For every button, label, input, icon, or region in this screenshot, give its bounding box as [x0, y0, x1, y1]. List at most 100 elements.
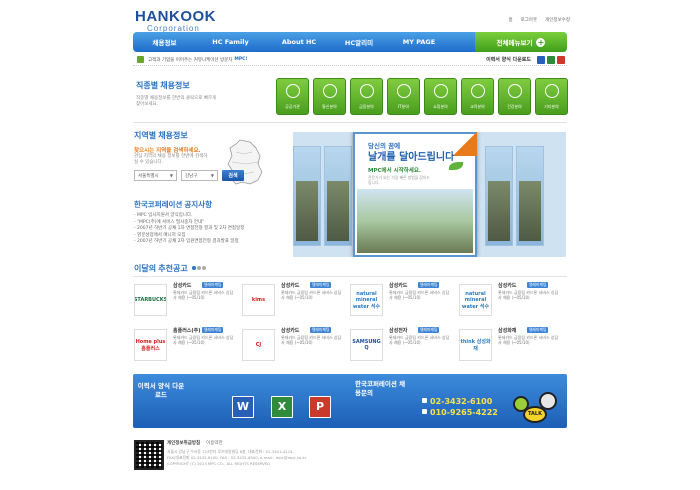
pager-dot[interactable] [201, 266, 206, 270]
company-name: 삼성카드 [173, 283, 192, 289]
job-card[interactable]: STARBUCKS 삼성카드 텔레마케팅 롯데카드 금융팀 카드론 서비스 상담… [134, 280, 239, 320]
banner-side-card[interactable] [516, 146, 544, 246]
health-icon [508, 84, 522, 98]
cart-icon [434, 84, 448, 98]
home-link[interactable]: 홈 [508, 17, 512, 23]
footer-links: 개인정보취급방침 이용약관 [167, 440, 223, 446]
nav-item-hc-family[interactable]: HC Family [193, 38, 268, 46]
leaf-icon [449, 162, 463, 170]
city-select-value: 서울특별시 [138, 173, 159, 179]
nav-item-about[interactable]: About HC [268, 38, 330, 46]
banner-side-card[interactable] [324, 146, 352, 246]
company-logo: Home plus 홈플러스 [134, 329, 167, 361]
logout-link[interactable]: 로그아웃 [521, 17, 538, 23]
category-label: 교육분야 [470, 104, 485, 109]
job-info-section: 직종별 채용정보 직종별 채용정보를 한번의 클릭으로 빠르게 찾아보세요. [136, 80, 256, 108]
company-name: 삼성카드 [498, 283, 517, 289]
job-card[interactable]: natural mineral water 석수 삼성카드 텔레마케팅 롯데카드… [350, 280, 455, 320]
job-card[interactable]: think 삼성화재 삼성화재 텔레마케팅 롯데카드 금융팀 카드론 서비스 상… [459, 325, 564, 365]
category-label: 쇼핑분야 [433, 104, 448, 109]
nav-item-jobs[interactable]: 채용정보 [136, 37, 193, 47]
privacy-link[interactable]: 개인정보취급방침 [167, 440, 200, 446]
notice-highlight[interactable]: MPC! [234, 57, 247, 62]
job-desc: 롯데카드 금융팀 카드론 서비스 상담사 채용 (~05/10) [389, 290, 450, 301]
word-doc-icon[interactable] [537, 56, 545, 64]
category-label: 기타분야 [544, 104, 559, 109]
excel-doc-icon[interactable] [547, 56, 555, 64]
job-card[interactable]: CJ 삼성카드 텔레마케팅 롯데카드 금융팀 카드론 서비스 상담사 채용 (~… [242, 325, 347, 365]
company-logo: natural mineral water 석수 [459, 284, 492, 316]
category-other[interactable]: 기타분야 [535, 78, 568, 115]
city-select[interactable]: 서울특별시 ▼ [134, 170, 177, 181]
ppt-doc-icon[interactable] [557, 56, 565, 64]
logo[interactable]: HANKOOK Corporation [135, 8, 216, 33]
contact-mobile: 010-9265-4222 [422, 408, 498, 417]
logo-text: HANKOOK [135, 8, 216, 25]
banner-side-card[interactable] [293, 146, 321, 246]
promo-banner[interactable]: 당신의 꿈에 날개를 달아드립니다 MPC에서 시작하세요. 전문가가 되는 가… [293, 132, 566, 257]
job-desc: 롯데카드 금융팀 카드론 서비스 상담사 채용 (~05/10) [498, 335, 559, 346]
banner-side-photo [327, 181, 349, 241]
pager-dot[interactable] [196, 266, 201, 270]
company-name: 삼성카드 [281, 328, 300, 334]
ppt-doc-icon[interactable]: P [309, 396, 331, 418]
job-card[interactable]: natural mineral water 석수 삼성카드 텔레마케팅 롯데카드… [459, 280, 564, 320]
job-card[interactable]: kims 삼성카드 텔레마케팅 롯데카드 금융팀 카드론 서비스 상담사 채용 … [242, 280, 347, 320]
nav-item-notifier[interactable]: HC알리미 [330, 37, 388, 47]
job-tag: 텔레마케팅 [202, 327, 224, 333]
phone-icon [323, 84, 337, 98]
qr-code [134, 440, 164, 470]
job-info-desc: 직종별 채용정보를 한번의 클릭으로 빠르게 찾아보세요. [136, 96, 217, 107]
category-label: IT분야 [398, 104, 409, 109]
word-doc-icon[interactable]: W [232, 396, 254, 418]
district-select-value: 강남구 [185, 173, 198, 179]
category-finance[interactable]: 금융분야 [350, 78, 383, 115]
recommend-title: 이달의 추천공고 [134, 264, 188, 273]
book-icon [471, 84, 485, 98]
category-label: 통신분야 [322, 104, 337, 109]
pager-dot[interactable] [191, 266, 196, 270]
excel-doc-icon[interactable]: X [271, 396, 293, 418]
job-desc: 롯데카드 금융팀 카드론 서비스 상담사 채용 (~05/10) [173, 335, 234, 346]
terms-link[interactable]: 이용약관 [206, 440, 223, 446]
region-search-button[interactable]: 검색 [222, 170, 244, 181]
recommend-header: 이달의 추천공고 [134, 263, 207, 274]
category-health[interactable]: 건강분야 [498, 78, 531, 115]
main-nav: 채용정보 HC Family About HC HC알리미 MY PAGE 전체… [133, 32, 567, 52]
nav-item-mypage[interactable]: MY PAGE [388, 38, 450, 46]
region-desc: 관심 지역의 채용 정보를 한번에 검색하실 수 있습니다. [134, 154, 208, 165]
job-card[interactable]: Home plus 홈플러스 홈플러스(주) 텔레마케팅 롯데카드 금융팀 카드… [134, 325, 239, 365]
messenger-bubbles[interactable]: TALK [513, 392, 561, 426]
job-desc: 롯데카드 금융팀 카드론 서비스 상담사 채용 (~05/10) [498, 290, 559, 301]
notice-text: 고객과 기업을 이어주는 커뮤니케이션 방문자 [148, 57, 233, 63]
notice-bar: 고객과 기업을 이어주는 커뮤니케이션 방문자 MPC! 이력서 양식 다운로드 [133, 54, 567, 66]
category-shopping[interactable]: 쇼핑분야 [424, 78, 457, 115]
category-education[interactable]: 교육분야 [461, 78, 494, 115]
banner-main-card[interactable]: 당신의 꿈에 날개를 달아드립니다 MPC에서 시작하세요. 전문가가 되는 가… [353, 132, 477, 257]
contact-title: 한국코퍼레이션 채용문의 [355, 380, 406, 397]
building-icon [286, 84, 300, 98]
footer-text: 서울시 강남구 수서동 724번지 로즈데일빌딩 6층, 대표전화 : 02-3… [167, 449, 306, 467]
category-buttons: 공공기관 통신분야 금융분야 IT분야 쇼핑분야 교육분야 건강분야 기타분야 [276, 78, 568, 115]
all-menu-button[interactable]: 전체메뉴보기 + [475, 32, 567, 52]
banner-side-card[interactable] [485, 146, 513, 246]
job-tag: 텔레마케팅 [418, 327, 440, 333]
banner-photo [357, 189, 473, 253]
download-contact-bar: 이력서 양식 다운로드 W X P 한국코퍼레이션 채용문의 02-3432-6… [133, 374, 567, 428]
job-tag: 텔레마케팅 [418, 282, 440, 288]
category-it[interactable]: IT분야 [387, 78, 420, 115]
announcement-item[interactable]: - 2007년 하반기 공채 2차 임원면접전형 결과발표 일정 [134, 239, 284, 246]
category-public[interactable]: 공공기관 [276, 78, 309, 115]
company-name: 삼성카드 [281, 283, 300, 289]
announcement-title: 한국코퍼레이션 공지사항 [134, 200, 212, 209]
company-logo: CJ [242, 329, 275, 361]
more-icon [545, 84, 559, 98]
new-badge-icon [453, 132, 477, 156]
edit-profile-link[interactable]: 개인정보수정 [545, 17, 570, 23]
category-label: 건강분야 [507, 104, 522, 109]
pager-dots[interactable] [191, 265, 207, 272]
category-telecom[interactable]: 통신분야 [313, 78, 346, 115]
district-select[interactable]: 강남구 ▼ [181, 170, 218, 181]
job-tag: 텔레마케팅 [310, 327, 332, 333]
job-card[interactable]: SAMSUNG Q 삼성전자 텔레마케팅 롯데카드 금융팀 카드론 서비스 상담… [350, 325, 455, 365]
